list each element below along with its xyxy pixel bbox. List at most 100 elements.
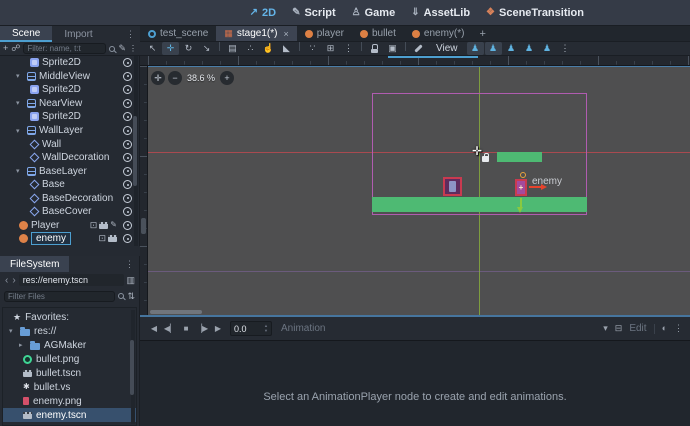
view-menu-button[interactable]: View (428, 43, 466, 54)
more-dots-icon[interactable] (557, 42, 574, 55)
expand-arrow-icon[interactable] (16, 127, 24, 135)
instance-scene-icon[interactable]: ☍ (11, 44, 20, 53)
scene-filter-input[interactable] (23, 43, 106, 54)
dock-menu-icon[interactable]: ⋮ (121, 29, 140, 40)
horizontal-scrollbar-thumb[interactable] (150, 310, 202, 314)
skel-ik-chain-icon[interactable] (521, 42, 538, 55)
file-row-enemy-png[interactable]: enemy.png (3, 394, 136, 408)
anim-step-fwd-icon[interactable] (195, 325, 209, 333)
animation-time-spinbox[interactable]: 0.0 ▲▼ (230, 321, 272, 336)
visibility-eye-icon[interactable] (123, 126, 132, 135)
skel-options-icon[interactable] (539, 42, 556, 55)
scene-node-row-enemy[interactable]: enemy (0, 232, 139, 246)
new-scene-tab-button[interactable]: + (472, 26, 492, 41)
anim-play-back-icon[interactable] (147, 325, 161, 333)
spinbox-arrows-icon[interactable]: ▲▼ (264, 324, 268, 333)
filesystem-tab[interactable]: FileSystem (0, 256, 69, 272)
expand-arrow-icon[interactable] (9, 327, 16, 335)
animation-menu-icon[interactable] (674, 324, 683, 333)
vertical-scrollbar-thumb[interactable] (141, 218, 146, 234)
script-icon[interactable] (110, 221, 117, 229)
platform-floating[interactable] (497, 152, 542, 162)
animation-picker[interactable]: Animation (281, 323, 325, 334)
bone-icon[interactable] (410, 42, 427, 55)
scene-tab-stage1[interactable]: stage1(*) × (216, 26, 296, 41)
zoom-out-button[interactable]: − (168, 71, 182, 85)
pan-icon[interactable] (260, 42, 277, 55)
scene-node-row-basedecoration[interactable]: BaseDecoration (0, 191, 139, 205)
platform-base[interactable] (372, 197, 587, 212)
scene-node-row-sprite2d[interactable]: Sprite2D (0, 56, 139, 70)
dock-tab-import[interactable]: Import (52, 26, 104, 42)
anim-stop-icon[interactable] (179, 325, 193, 333)
workspace-button-scenetransition[interactable]: SceneTransition (478, 7, 592, 19)
scene-tree-menu-icon[interactable]: ⋮ (129, 45, 137, 53)
visibility-eye-icon[interactable] (123, 180, 132, 189)
lock-icon[interactable] (366, 42, 383, 55)
onion-skinning-icon[interactable] (662, 324, 667, 333)
animation-library-icon[interactable] (615, 324, 623, 333)
file-row-res[interactable]: res:// (3, 324, 136, 338)
rotation-pivot-icon[interactable] (520, 172, 526, 178)
scene-tab-player[interactable]: player (297, 26, 352, 41)
file-row-bullet-tscn[interactable]: bullet.tscn (3, 366, 136, 380)
clapper-icon[interactable] (99, 222, 108, 229)
anim-step-back-icon[interactable] (163, 325, 177, 333)
pivot-icon[interactable] (242, 42, 259, 55)
file-filter-input[interactable] (4, 291, 115, 302)
visibility-eye-icon[interactable] (123, 85, 132, 94)
file-row-bullet-vs[interactable]: bullet.vs (3, 380, 136, 394)
expand-arrow-icon[interactable] (16, 72, 24, 80)
visibility-eye-icon[interactable] (123, 140, 132, 149)
scene-node-row-baselayer[interactable]: BaseLayer (0, 164, 139, 178)
expand-arrow-icon[interactable] (19, 341, 26, 349)
clapper-icon[interactable] (108, 235, 117, 242)
visibility-eye-icon[interactable] (123, 221, 132, 230)
zoom-in-button[interactable]: + (220, 71, 234, 85)
visibility-eye-icon[interactable] (123, 153, 132, 162)
expand-arrow-icon[interactable] (16, 167, 24, 175)
scene-node-row-base[interactable]: Base (0, 178, 139, 192)
visibility-eye-icon[interactable] (123, 112, 132, 121)
enemy-sprite[interactable] (515, 179, 527, 196)
scene-node-row-nearview[interactable]: NearView (0, 97, 139, 111)
file-row-agmaker[interactable]: AGMaker (3, 338, 136, 352)
gizmo-y-axis-arrow[interactable] (520, 198, 522, 207)
chevron-down-icon[interactable] (603, 324, 608, 333)
file-row-enemy-tscn[interactable]: enemy.tscn (3, 408, 136, 422)
move-icon[interactable] (162, 42, 179, 55)
expand-arrow-icon[interactable] (16, 99, 24, 107)
nav-back-icon[interactable]: ‹ (4, 275, 9, 286)
animation-edit-button[interactable]: Edit (629, 323, 646, 334)
scene-node-row-walldecoration[interactable]: WallDecoration (0, 151, 139, 165)
filesystem-scrollbar[interactable] (131, 310, 135, 424)
visibility-eye-icon[interactable] (123, 72, 132, 81)
group-icon[interactable] (384, 42, 401, 55)
sep-icon[interactable] (361, 42, 362, 51)
workspace-button-script[interactable]: Script (284, 7, 344, 19)
scene-node-row-sprite2d[interactable]: Sprite2D (0, 83, 139, 97)
add-node-icon[interactable]: + (3, 44, 8, 53)
zoom-percentage[interactable]: 38.6 % (187, 73, 215, 83)
sep-icon[interactable] (405, 42, 406, 51)
player-sprite[interactable] (443, 177, 462, 196)
snap-options-icon[interactable] (340, 42, 357, 55)
ruler-icon[interactable] (278, 42, 295, 55)
nav-forward-icon[interactable]: › (11, 275, 16, 286)
split-mode-icon[interactable]: ▥ (126, 276, 135, 285)
visibility-eye-icon[interactable] (123, 234, 132, 243)
scale-icon[interactable] (198, 42, 215, 55)
workspace-button-game[interactable]: Game (344, 7, 404, 19)
scene-tab-test-scene[interactable]: test_scene (140, 26, 216, 41)
scene-node-row-sprite2d[interactable]: Sprite2D (0, 110, 139, 124)
rotate-icon[interactable] (180, 42, 197, 55)
list-select-icon[interactable] (224, 42, 241, 55)
skel-make-bones-icon[interactable] (467, 42, 484, 55)
scene-tree-scrollbar[interactable] (134, 56, 138, 246)
scene-node-row-wall[interactable]: Wall (0, 137, 139, 151)
canvas-viewport[interactable]: enemy ✛ ✛ − 38.6 % + (148, 66, 690, 315)
scene-node-row-walllayer[interactable]: WallLayer (0, 124, 139, 138)
smart-snap-icon[interactable] (304, 42, 321, 55)
visibility-eye-icon[interactable] (123, 207, 132, 216)
attach-script-icon[interactable]: ✎ (118, 44, 126, 53)
